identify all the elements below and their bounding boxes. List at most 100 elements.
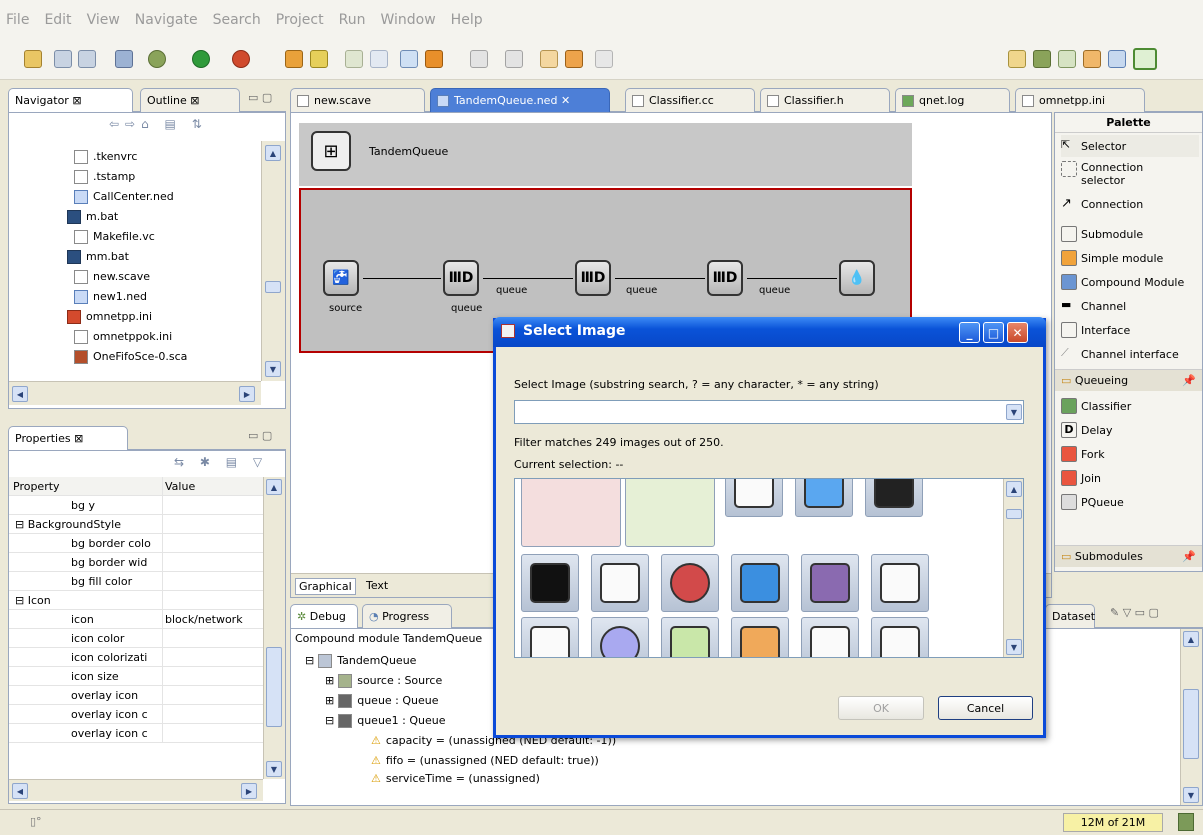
run-icon[interactable] bbox=[192, 50, 210, 68]
palette-delay[interactable]: D Delay bbox=[1061, 419, 1113, 441]
minimize-button[interactable]: _ bbox=[959, 322, 980, 343]
image-tile[interactable] bbox=[521, 617, 579, 657]
ned-perspective-icon[interactable] bbox=[1133, 48, 1157, 70]
scroll-thumb[interactable] bbox=[1183, 689, 1199, 759]
palette-join[interactable]: Join bbox=[1061, 467, 1101, 489]
java-icon[interactable] bbox=[1108, 50, 1126, 68]
table-row[interactable]: overlay icon c bbox=[9, 705, 263, 724]
tree-item[interactable]: ⊟ TandemQueue bbox=[305, 651, 416, 670]
tab-progress[interactable]: ◔ Progress bbox=[362, 604, 452, 628]
palette-section-submodules[interactable]: ▭ Submodules 📌 bbox=[1055, 545, 1202, 567]
table-icon[interactable] bbox=[1058, 50, 1076, 68]
image-search-input[interactable] bbox=[514, 400, 1024, 424]
table-row[interactable]: icon colorizati bbox=[9, 648, 263, 667]
nav-toolbar-icons[interactable]: ⇦⇨⌂ ▤ ⇅ bbox=[109, 117, 208, 131]
palette-submodule[interactable]: Submodule bbox=[1061, 223, 1143, 245]
tab-new-scave[interactable]: new.scave bbox=[290, 88, 425, 112]
menu-run[interactable]: Run bbox=[339, 12, 366, 28]
palette-selector[interactable]: ⇱ Selector bbox=[1061, 135, 1199, 157]
menu-view[interactable]: View bbox=[87, 12, 120, 28]
scroll-down-icon[interactable]: ▼ bbox=[1006, 639, 1022, 655]
print-icon[interactable] bbox=[78, 50, 96, 68]
palette-classifier[interactable]: Classifier bbox=[1061, 395, 1131, 417]
scroll-down-icon[interactable]: ▼ bbox=[266, 761, 282, 777]
scroll-down-icon[interactable]: ▼ bbox=[265, 361, 281, 377]
list-item[interactable]: new.scave bbox=[74, 267, 150, 286]
properties-toolbar-icons[interactable]: ⇆ ✱ ▤ ▽ bbox=[174, 455, 268, 469]
tab-omnetpp-ini[interactable]: omnetpp.ini bbox=[1015, 88, 1145, 112]
gear-icon[interactable] bbox=[425, 50, 443, 68]
menu-edit[interactable]: Edit bbox=[44, 12, 71, 28]
queue-node[interactable]: ⅢD bbox=[443, 260, 479, 296]
image-tile[interactable] bbox=[801, 617, 859, 657]
image-tile[interactable] bbox=[731, 617, 789, 657]
table-row[interactable]: overlay icon c bbox=[9, 724, 263, 743]
palette-compound-module[interactable]: Compound Module bbox=[1061, 271, 1184, 293]
image-tile[interactable] bbox=[591, 554, 649, 612]
scroll-up-icon[interactable]: ▲ bbox=[266, 479, 282, 495]
image-tile[interactable] bbox=[661, 617, 719, 657]
link2-icon[interactable] bbox=[370, 50, 388, 68]
list-item[interactable]: new1.ned bbox=[74, 287, 147, 306]
palette-fork[interactable]: Fork bbox=[1061, 443, 1105, 465]
menu-file[interactable]: File bbox=[6, 12, 29, 28]
tab-text[interactable]: Text bbox=[363, 578, 391, 593]
image-tile[interactable] bbox=[725, 479, 783, 517]
debug-icon[interactable] bbox=[148, 50, 166, 68]
tree-item[interactable]: ⊟ queue1 : Queue bbox=[325, 711, 446, 730]
menu-help[interactable]: Help bbox=[451, 12, 483, 28]
tab-qnet-log[interactable]: qnet.log bbox=[895, 88, 1010, 112]
scroll-down-icon[interactable]: ▼ bbox=[1183, 787, 1199, 803]
table-row[interactable]: ⊟ BackgroundStyle bbox=[9, 515, 263, 534]
pin-icon[interactable]: 📌 bbox=[1182, 374, 1196, 387]
palette-connection[interactable]: ↗ Connection bbox=[1061, 193, 1143, 215]
scroll-thumb[interactable] bbox=[266, 647, 282, 727]
tree-item[interactable]: ⊞ source : Source bbox=[325, 671, 442, 690]
table-row[interactable]: bg border colo bbox=[9, 534, 263, 553]
table-row[interactable]: icon color bbox=[9, 629, 263, 648]
list-item[interactable]: omnetpp.ini bbox=[67, 307, 152, 326]
palette-pqueue[interactable]: PQueue bbox=[1061, 491, 1124, 513]
tree-item[interactable]: ⚠ serviceTime = (unassigned) bbox=[371, 771, 540, 785]
image-tile[interactable] bbox=[521, 554, 579, 612]
prev-annotation-icon[interactable] bbox=[505, 50, 523, 68]
debug-perspective-icon[interactable] bbox=[1033, 50, 1051, 68]
scrollbar-vertical[interactable]: ▲ ▼ bbox=[1003, 479, 1023, 657]
image-tile[interactable] bbox=[871, 617, 929, 657]
menu-window[interactable]: Window bbox=[380, 12, 435, 28]
open-type-icon[interactable] bbox=[400, 50, 418, 68]
tree-item[interactable]: ⊞ queue : Queue bbox=[325, 691, 439, 710]
menu-navigate[interactable]: Navigate bbox=[135, 12, 198, 28]
connection[interactable] bbox=[483, 278, 573, 279]
list-item[interactable]: m.bat bbox=[67, 207, 118, 226]
external-tools-icon[interactable] bbox=[232, 50, 250, 68]
tab-debug[interactable]: ✲ Debug bbox=[290, 604, 358, 628]
palette-interface[interactable]: Interface bbox=[1061, 319, 1130, 341]
dropdown-icon[interactable]: ▼ bbox=[1006, 404, 1022, 420]
tab-classifier-cc[interactable]: Classifier.cc bbox=[625, 88, 755, 112]
tab-graphical[interactable]: Graphical bbox=[295, 578, 356, 595]
list-item[interactable]: .tstamp bbox=[74, 167, 135, 186]
pencil-icon[interactable] bbox=[285, 50, 303, 68]
tab-dataset[interactable]: Dataset bbox=[1045, 604, 1095, 628]
folder-icon[interactable] bbox=[310, 50, 328, 68]
palette-simple-module[interactable]: Simple module bbox=[1061, 247, 1163, 269]
list-item[interactable]: OneFifoSce-0.sca bbox=[74, 347, 187, 366]
table-row[interactable]: ⊟ Icon bbox=[9, 591, 263, 610]
view-menu-icon[interactable]: ✎ ▽ ▭ ▢ bbox=[1110, 606, 1159, 619]
close-button[interactable]: ✕ bbox=[1007, 322, 1028, 343]
menu-project[interactable]: Project bbox=[276, 12, 324, 28]
scrollbar-horizontal[interactable]: ◀ ▶ bbox=[9, 381, 261, 405]
scroll-up-icon[interactable]: ▲ bbox=[1006, 481, 1022, 497]
queue2-node[interactable]: ⅢD bbox=[707, 260, 743, 296]
table-row[interactable]: overlay icon bbox=[9, 686, 263, 705]
tree-item[interactable]: ⚠ fifo = (unassigned (NED default: true)) bbox=[371, 751, 599, 770]
queue1-node[interactable]: ⅢD bbox=[575, 260, 611, 296]
resource-icon[interactable] bbox=[1083, 50, 1101, 68]
cancel-button[interactable]: Cancel bbox=[938, 696, 1033, 720]
scroll-up-icon[interactable]: ▲ bbox=[1183, 631, 1199, 647]
image-hungary-map[interactable] bbox=[625, 479, 715, 547]
terminal-icon[interactable] bbox=[115, 50, 133, 68]
image-europe-map[interactable] bbox=[521, 479, 621, 547]
maximize-button[interactable]: □ bbox=[983, 322, 1004, 343]
